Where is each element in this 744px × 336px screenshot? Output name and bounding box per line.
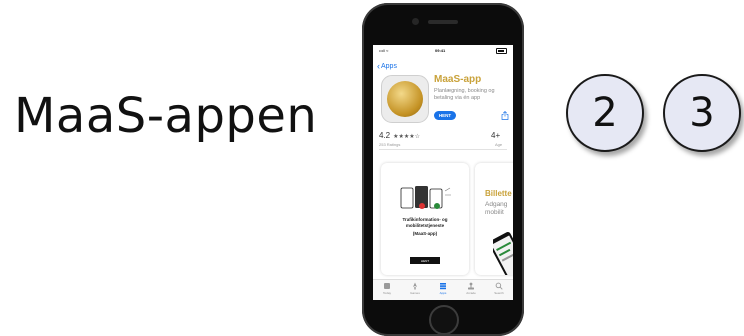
screenshot-card-1[interactable]: Trafikinformation- og mobilitetstjeneste…: [381, 163, 469, 275]
battery-icon: [496, 48, 507, 54]
app-subtitle: Planlægning, booking og betaling via én …: [434, 88, 495, 101]
tab-apps[interactable]: Apps: [432, 282, 454, 295]
tab-search[interactable]: Search: [488, 282, 510, 295]
screenshot-card-2[interactable]: Billette Adgang mobilit: [475, 163, 513, 275]
back-button[interactable]: ‹ Apps: [377, 61, 397, 71]
card-1-subtitle: (MaaS-app): [412, 231, 438, 236]
card-2-line-1: Adgang: [485, 201, 508, 208]
phone-screen: •••ll ≈ 09:41 ‹ Apps MaaS-app Planlægnin…: [373, 45, 513, 300]
rating-stars: ★★★★☆: [393, 134, 421, 140]
age-rating: 4+: [491, 131, 501, 140]
tab-arcade[interactable]: Arcade: [460, 282, 482, 295]
rating-number: 4.2: [379, 131, 391, 140]
phone-mockup: •••ll ≈ 09:41 ‹ Apps MaaS-app Planlægnin…: [362, 3, 524, 336]
app-logo-ball: [387, 81, 423, 117]
tab-games[interactable]: Games: [404, 282, 426, 295]
slide-title: MaaS-appen: [14, 88, 318, 144]
search-icon: [495, 282, 503, 290]
tab-label: Arcade: [466, 291, 476, 295]
home-button[interactable]: [429, 305, 459, 335]
tab-label: Search: [494, 291, 504, 295]
joystick-icon: [468, 282, 474, 290]
chevron-left-icon: ‹: [377, 61, 380, 71]
tab-today[interactable]: Today: [376, 282, 398, 295]
front-camera: [412, 18, 419, 25]
back-label: Apps: [381, 62, 397, 70]
tab-label: Apps: [439, 291, 447, 295]
status-time: 09:41: [435, 48, 446, 53]
get-button[interactable]: HENT: [434, 111, 456, 120]
signal-indicator: •••ll ≈: [379, 48, 389, 53]
app-name: MaaS-app: [434, 74, 482, 85]
card-1-title: Trafikinformation- og mobilitetstjeneste: [402, 217, 448, 228]
divider: [379, 149, 507, 150]
card-2-title: Billette: [485, 189, 512, 198]
phones-illustration-icon: [400, 186, 451, 209]
share-icon[interactable]: [501, 111, 509, 120]
ratings-count: 253 Ratings: [379, 142, 401, 147]
apps-stack-icon: [440, 283, 446, 290]
step-3-circle: 3: [663, 74, 741, 152]
rating-value: 4.2 ★★★★☆: [379, 131, 420, 140]
app-icon: [381, 75, 429, 123]
today-icon: [384, 283, 390, 289]
tab-label: Today: [382, 291, 391, 295]
card-2-line-2: mobilit: [485, 209, 504, 216]
status-bar: •••ll ≈ 09:41: [373, 45, 513, 55]
phone-speaker: [428, 20, 458, 24]
step-2-circle: 2: [566, 74, 644, 152]
tab-label: Games: [410, 291, 420, 295]
age-label: Age: [495, 142, 503, 147]
tilted-phone-icon: [493, 232, 513, 275]
rocket-icon: [413, 282, 417, 290]
tab-bar: Today Games Apps Arcade Search: [373, 279, 513, 300]
card-1-button: HENT: [410, 257, 440, 264]
